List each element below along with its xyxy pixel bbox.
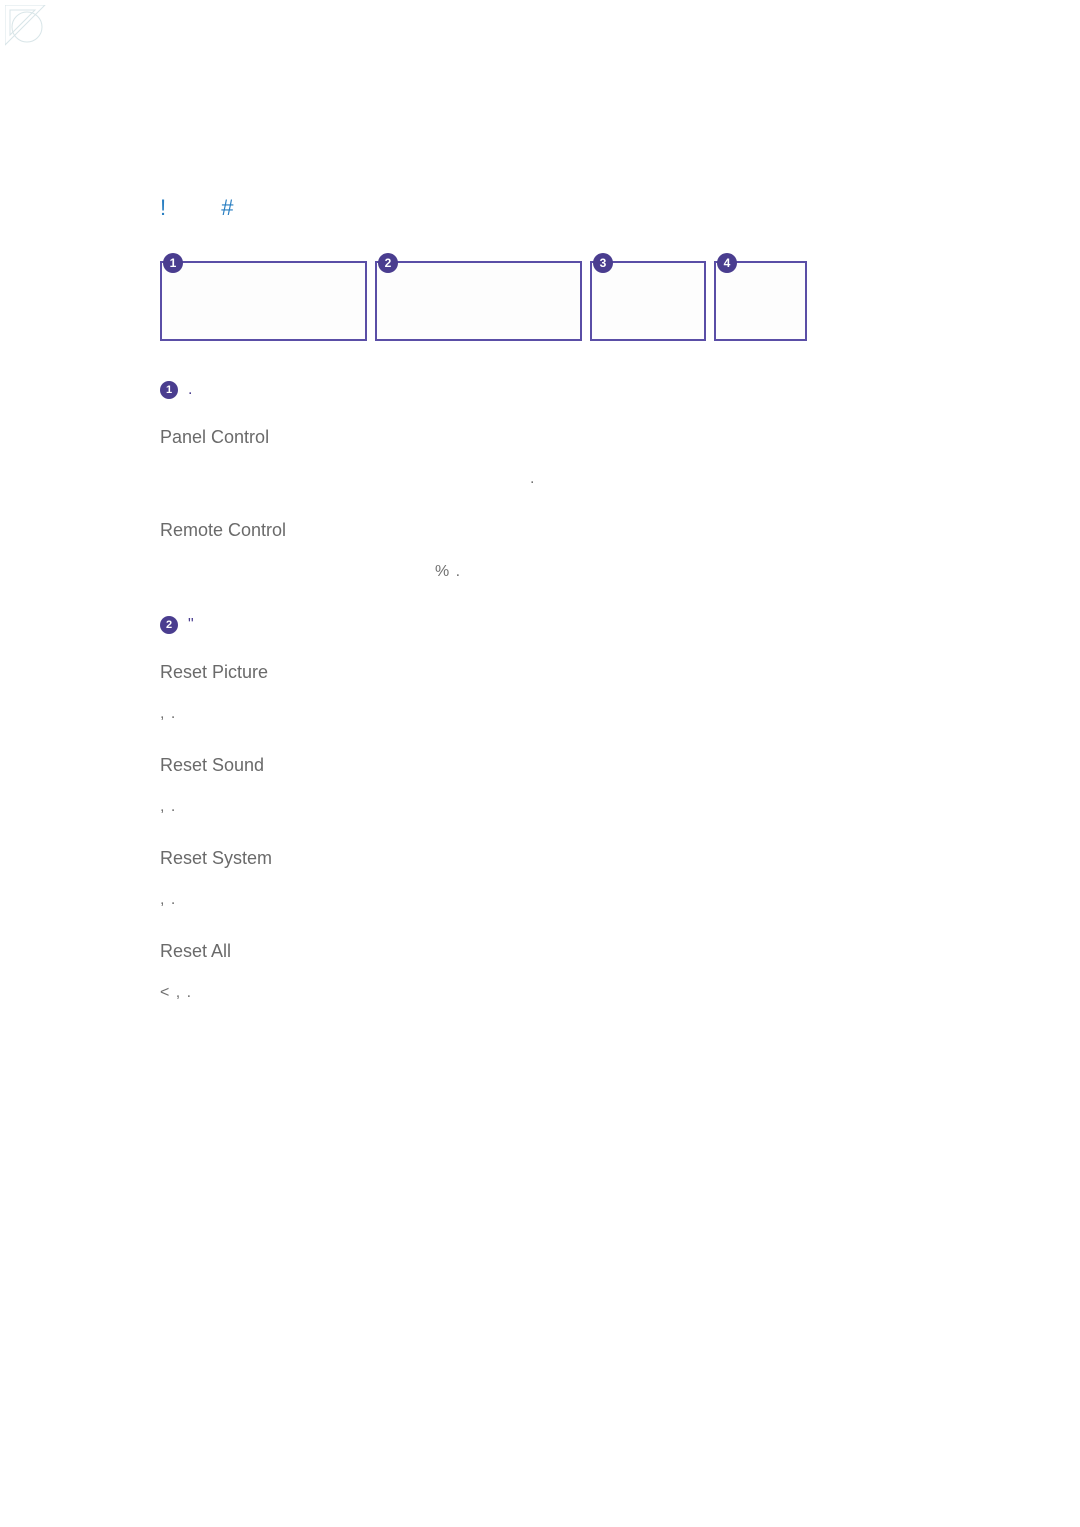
reset-picture-title: Reset Picture xyxy=(160,662,920,683)
reset-picture-desc: , . xyxy=(160,705,920,723)
box-2 xyxy=(375,261,582,341)
section-2: 2 " Reset Picture , . Reset Sound , . Re… xyxy=(160,616,920,1002)
corner-decoration-icon xyxy=(5,5,50,50)
reset-sound-title: Reset Sound xyxy=(160,755,920,776)
box-3 xyxy=(590,261,706,341)
section-2-header: 2 " xyxy=(160,616,920,634)
reset-all-title: Reset All xyxy=(160,941,920,962)
section-1-mark: . xyxy=(188,381,192,399)
box-container-2: 2 xyxy=(375,261,582,341)
breadcrumb-item-1: ! xyxy=(160,195,168,221)
reset-sound-desc: , . xyxy=(160,798,920,816)
box-badge-1: 1 xyxy=(163,253,183,273)
box-badge-4: 4 xyxy=(717,253,737,273)
box-container-1: 1 xyxy=(160,261,367,341)
panel-control-title: Panel Control xyxy=(160,427,920,448)
main-content: ! # 1 2 3 4 1 . Panel Control . Remote C… xyxy=(0,0,1080,1002)
breadcrumb: ! # xyxy=(160,195,920,221)
remote-control-title: Remote Control xyxy=(160,520,920,541)
section-2-mark: " xyxy=(188,616,194,634)
panel-control-desc: . xyxy=(160,470,920,488)
box-badge-3: 3 xyxy=(593,253,613,273)
section-2-badge: 2 xyxy=(160,616,178,634)
box-4 xyxy=(714,261,807,341)
box-container-4: 4 xyxy=(714,261,807,341)
boxes-row: 1 2 3 4 xyxy=(160,261,920,341)
box-1 xyxy=(160,261,367,341)
reset-all-desc: < , . xyxy=(160,984,920,1002)
box-badge-2: 2 xyxy=(378,253,398,273)
reset-system-desc: , . xyxy=(160,891,920,909)
reset-system-title: Reset System xyxy=(160,848,920,869)
remote-control-desc: % . xyxy=(160,563,920,581)
box-container-3: 3 xyxy=(590,261,706,341)
section-1-header: 1 . xyxy=(160,381,920,399)
section-1: 1 . Panel Control . Remote Control % . xyxy=(160,381,920,581)
section-1-badge: 1 xyxy=(160,381,178,399)
breadcrumb-item-2: # xyxy=(221,195,235,221)
